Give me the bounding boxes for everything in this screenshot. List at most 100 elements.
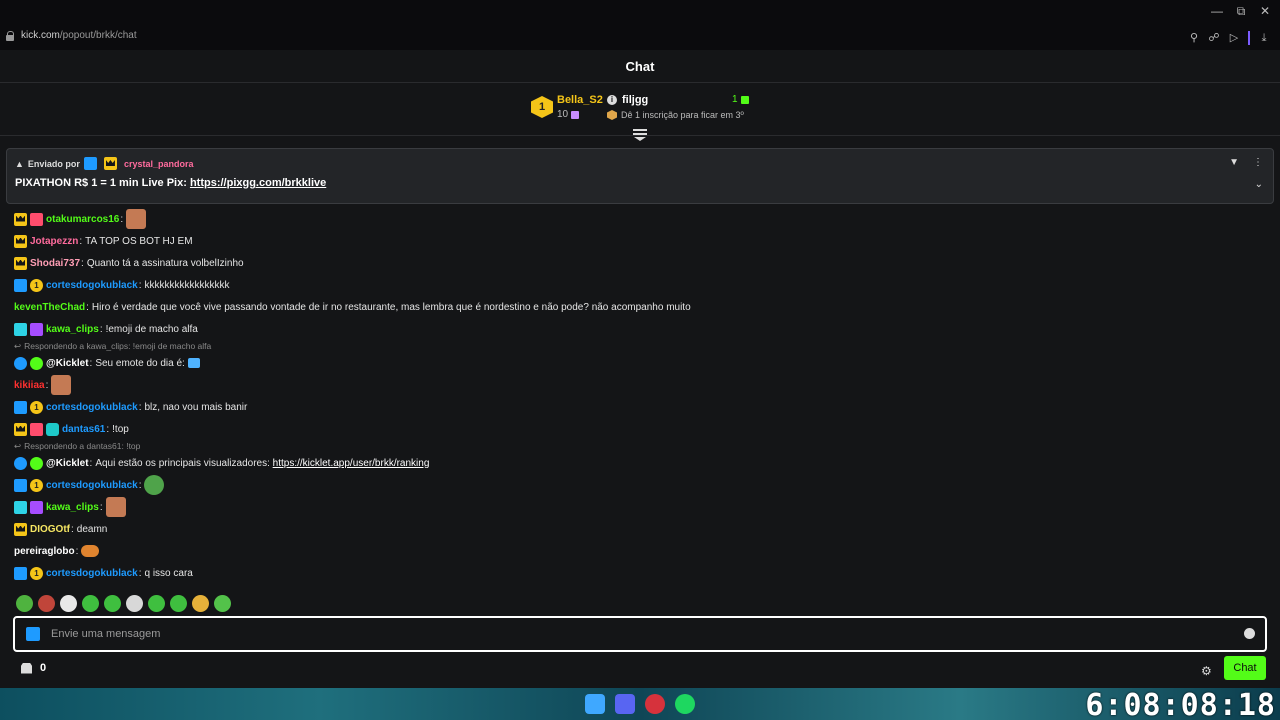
emote-icon[interactable] bbox=[38, 595, 55, 612]
channel-points[interactable]: 0 bbox=[21, 662, 46, 674]
chat-username[interactable]: dantas61 bbox=[62, 424, 105, 435]
address-bar[interactable]: kick.com/popout/brkk/chat bbox=[6, 30, 137, 41]
chat-header: Chat bbox=[0, 50, 1280, 83]
emoji-picker-icon[interactable] bbox=[1244, 628, 1255, 639]
pinned-user[interactable]: crystal_pandora bbox=[124, 159, 194, 169]
chat-text: TA TOP OS BOT HJ EM bbox=[85, 235, 193, 247]
shield-icon[interactable]: ☍ bbox=[1208, 32, 1220, 44]
gear-icon[interactable]: ⚙ bbox=[1201, 664, 1212, 678]
collapse-leaderboard-button[interactable] bbox=[633, 129, 647, 141]
reply-icon: ↩ bbox=[14, 440, 22, 451]
send-chat-button[interactable]: Chat bbox=[1224, 656, 1266, 680]
chat-text: !emoji de macho alfa bbox=[105, 323, 198, 335]
chat-message[interactable]: kawa_clips: !emoji de macho alfa bbox=[14, 318, 1264, 340]
chat-message[interactable]: 1 cortesdogokublack: bbox=[14, 474, 1264, 496]
chat-message[interactable]: dantas61: !top bbox=[14, 418, 1264, 440]
chat-username[interactable]: kevenTheChad bbox=[14, 302, 85, 313]
chat-username[interactable]: @Kicklet bbox=[46, 358, 89, 369]
store-icon bbox=[21, 662, 32, 674]
emote-icon[interactable] bbox=[126, 595, 143, 612]
emote-icon[interactable] bbox=[60, 595, 77, 612]
chat-message[interactable]: pereiraglobo: bbox=[14, 540, 1264, 562]
chevron-down-icon[interactable]: ⌄ bbox=[1255, 179, 1263, 190]
chat-message[interactable]: 1 cortesdogokublack: kkkkkkkkkkkkkkkkk bbox=[14, 274, 1264, 296]
chat-username[interactable]: otakumarcos16 bbox=[46, 214, 119, 225]
message-list: otakumarcos16: Jotapezzn: TA TOP OS BOT H… bbox=[14, 208, 1264, 584]
chat-text: Hiro é verdade que você vive passando vo… bbox=[91, 301, 691, 313]
chat-username[interactable]: cortesdogokublack bbox=[46, 480, 138, 491]
message-composer bbox=[13, 616, 1267, 652]
spotify-icon[interactable] bbox=[675, 694, 695, 714]
chat-message[interactable]: otakumarcos16: bbox=[14, 208, 1264, 230]
emote-icon[interactable] bbox=[82, 595, 99, 612]
chat-username[interactable]: kikiiaa bbox=[14, 380, 45, 391]
crown-badge-icon bbox=[14, 212, 27, 226]
leaderboard-second-user[interactable]: filjgg bbox=[622, 94, 648, 106]
chat-message[interactable]: Jotapezzn: TA TOP OS BOT HJ EM bbox=[14, 230, 1264, 252]
discord-icon[interactable] bbox=[615, 694, 635, 714]
chat-message[interactable]: 1 cortesdogokublack: q isso cara bbox=[14, 562, 1264, 584]
badge-picker-icon[interactable] bbox=[26, 627, 40, 641]
chat-username[interactable]: cortesdogokublack bbox=[46, 402, 138, 413]
gift-icon bbox=[740, 95, 749, 104]
url-host: kick.com bbox=[21, 30, 60, 41]
more-options-icon[interactable]: ⋮ bbox=[1253, 157, 1263, 168]
reply-text: Respondendo a kawa_clips: !emoji de mach… bbox=[24, 341, 212, 351]
chat-username[interactable]: Shodai737 bbox=[30, 258, 80, 269]
emote-icon[interactable] bbox=[214, 595, 231, 612]
chat-username[interactable]: kawa_clips bbox=[46, 324, 99, 335]
chat-link[interactable]: https://kicklet.app/user/brkk/ranking bbox=[273, 458, 430, 469]
chat-username[interactable]: pereiraglobo bbox=[14, 546, 75, 557]
emote-icon[interactable] bbox=[170, 595, 187, 612]
chat-message[interactable]: kevenTheChad: Hiro é verdade que você viv… bbox=[14, 296, 1264, 318]
chat-username[interactable]: kawa_clips bbox=[46, 502, 99, 513]
emote-icon[interactable] bbox=[104, 595, 121, 612]
unpin-icon[interactable]: ▼ bbox=[1229, 157, 1239, 168]
chat-username[interactable]: cortesdogokublack bbox=[46, 568, 138, 579]
chat-text: Seu emote do dia é: bbox=[95, 357, 185, 369]
leaderboard-top-user[interactable]: Bella_S2 bbox=[557, 94, 603, 106]
gift-icon bbox=[571, 110, 580, 119]
taskbar-apps bbox=[585, 694, 695, 714]
taskbar: 6:08:08:18 bbox=[0, 688, 1280, 720]
chat-text: q isso cara bbox=[144, 567, 193, 579]
chat-message[interactable]: 1 cortesdogokublack: blz, nao vou mais ba… bbox=[14, 396, 1264, 418]
second-count-value: 1 bbox=[732, 94, 738, 105]
gift-rank-badge-icon: 1 bbox=[30, 400, 43, 414]
chat-username[interactable]: cortesdogokublack bbox=[46, 280, 138, 291]
chat-username[interactable]: @Kicklet bbox=[46, 458, 89, 469]
chat-message[interactable]: Shodai737: Quanto tá a assinatura volbelI… bbox=[14, 252, 1264, 274]
zoom-icon[interactable]: ⚲ bbox=[1188, 32, 1200, 44]
emote-icon bbox=[105, 497, 126, 517]
close-icon[interactable]: ✕ bbox=[1258, 4, 1272, 19]
send-icon[interactable]: ▷ bbox=[1228, 32, 1240, 44]
opera-icon[interactable] bbox=[645, 694, 665, 714]
pinned-link[interactable]: https://pixgg.com/brkklive bbox=[190, 177, 326, 189]
chat-message[interactable]: kikiiaa: bbox=[14, 374, 1264, 396]
divider bbox=[1248, 31, 1250, 45]
vip-badge-icon bbox=[14, 400, 27, 414]
crown-badge-icon bbox=[14, 422, 27, 436]
chat-username[interactable]: Jotapezzn bbox=[30, 236, 78, 247]
emote-icon[interactable] bbox=[148, 595, 165, 612]
browser-actions: ⚲ ☍ ▷ ⤓ bbox=[1188, 31, 1270, 45]
restore-icon[interactable]: ⧉ bbox=[1234, 4, 1248, 19]
moderator-badge-icon bbox=[14, 322, 27, 336]
points-value: 0 bbox=[40, 662, 47, 674]
chat-message[interactable]: @Kicklet: Seu emote do dia é: bbox=[14, 352, 1264, 374]
chat-username[interactable]: DIOGOtf bbox=[30, 524, 70, 535]
gift-rank-badge-icon: 1 bbox=[30, 478, 43, 492]
emote-icon[interactable] bbox=[192, 595, 209, 612]
minimize-icon[interactable]: — bbox=[1210, 4, 1224, 19]
windows-start-icon[interactable] bbox=[585, 694, 605, 714]
chat-footer: 0 ⚙ Chat bbox=[0, 655, 1280, 688]
emote-icon[interactable] bbox=[16, 595, 33, 612]
chat-message[interactable]: DIOGOtf: deamn bbox=[14, 518, 1264, 540]
chat-text: deamn bbox=[76, 523, 108, 535]
chat-message[interactable]: kawa_clips: bbox=[14, 496, 1264, 518]
message-input[interactable] bbox=[51, 624, 1231, 644]
download-icon[interactable]: ⤓ bbox=[1258, 32, 1270, 44]
bot-badge-icon bbox=[14, 356, 27, 370]
sub-badge-icon bbox=[30, 322, 43, 336]
chat-message[interactable]: @Kicklet: Aqui estão os principais visual… bbox=[14, 452, 1264, 474]
